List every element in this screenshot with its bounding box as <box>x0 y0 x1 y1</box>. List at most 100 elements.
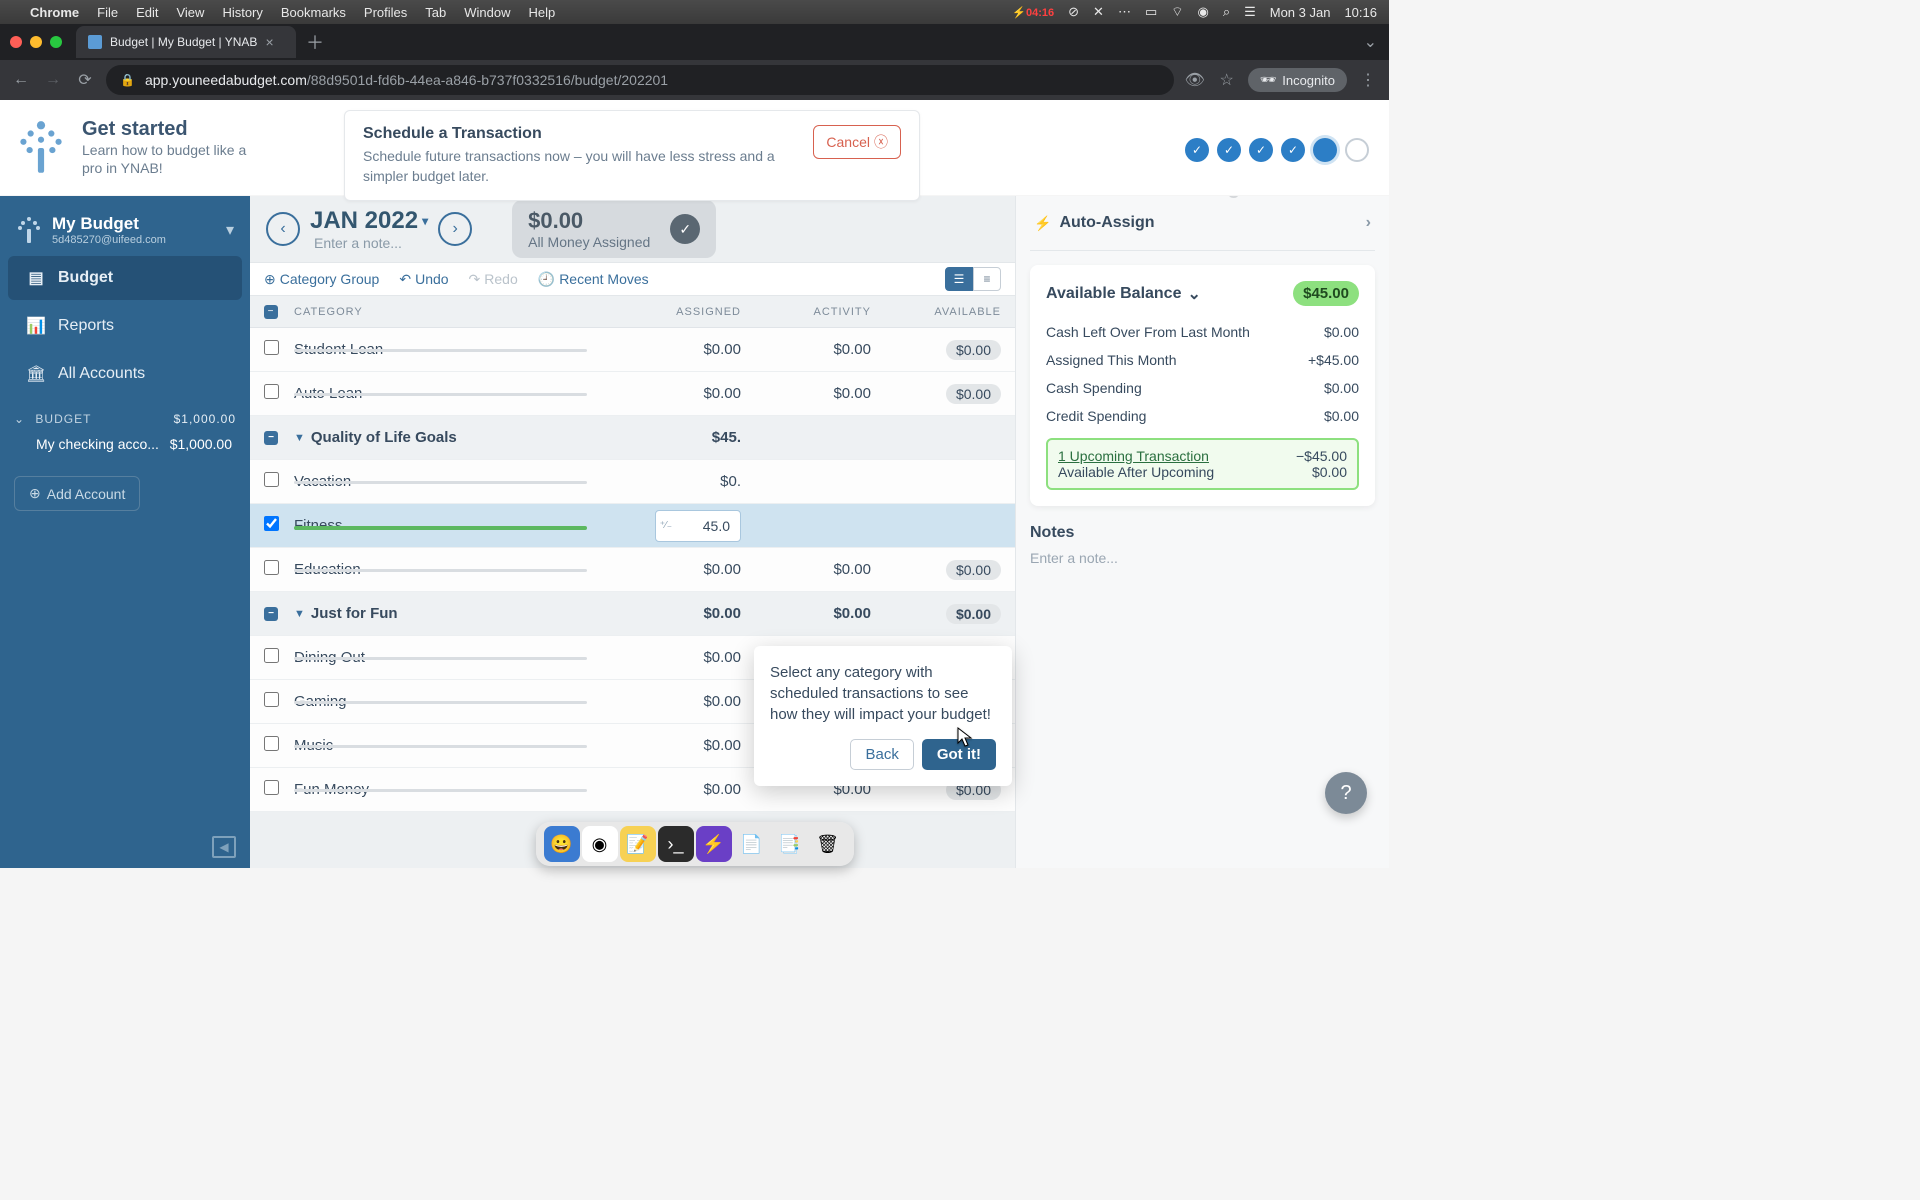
search-icon[interactable]: ⌕ <box>1223 4 1230 20</box>
view-default-button[interactable]: ☰ <box>945 267 973 291</box>
table-row[interactable]: Vacation$0. <box>250 460 1015 504</box>
menu-file[interactable]: File <box>97 5 118 20</box>
menubar-date[interactable]: Mon 3 Jan <box>1270 5 1331 20</box>
table-row[interactable]: Auto Loan$0.00$0.00$0.00 <box>250 372 1015 416</box>
auto-assign-row[interactable]: ⚡ Auto-Assign › <box>1030 196 1375 251</box>
recent-moves-button[interactable]: 🕘 Recent Moves <box>538 271 649 288</box>
sidebar-item-reports[interactable]: 📊 Reports <box>8 304 242 348</box>
row-checkbox[interactable] <box>264 692 279 707</box>
th-available[interactable]: AVAILABLE <box>871 306 1001 318</box>
upcoming-link[interactable]: 1 Upcoming Transaction <box>1058 448 1209 464</box>
available-pill[interactable]: $0.00 <box>946 340 1001 360</box>
row-checkbox[interactable] <box>264 560 279 575</box>
th-assigned[interactable]: ASSIGNED <box>611 306 741 318</box>
menu-help[interactable]: Help <box>529 5 556 20</box>
add-category-group-button[interactable]: ⊕ Category Group <box>264 271 379 288</box>
available-balance-toggle[interactable]: Available Balance ⌄ <box>1046 284 1201 304</box>
cell-assigned[interactable]: $45. <box>611 429 741 446</box>
month-selector[interactable]: JAN 2022 ▾ <box>310 207 428 235</box>
back-button[interactable]: Back <box>850 739 913 770</box>
incognito-badge[interactable]: 🕶 Incognito <box>1248 68 1347 92</box>
tab-close-icon[interactable]: × <box>265 34 273 50</box>
month-note-input[interactable]: Enter a note... <box>314 235 428 251</box>
sidebar-item-budget[interactable]: ▤ Budget <box>8 256 242 300</box>
available-pill[interactable]: $0.00 <box>946 604 1001 624</box>
cell-assigned[interactable]: $0.00 <box>611 693 741 710</box>
table-row[interactable]: Education$0.00$0.00$0.00 <box>250 548 1015 592</box>
table-row[interactable]: Fitness⁺⁄₋ <box>250 504 1015 548</box>
sidebar-item-accounts[interactable]: 🏛 All Accounts <box>8 352 242 396</box>
status-icon[interactable]: ✕ <box>1093 4 1104 20</box>
menu-window[interactable]: Window <box>464 5 510 20</box>
cell-assigned[interactable]: ⁺⁄₋ <box>611 510 741 542</box>
table-row[interactable]: −▼Just for Fun$0.00$0.00$0.00 <box>250 592 1015 636</box>
cell-assigned[interactable]: $0.00 <box>611 385 741 402</box>
row-checkbox[interactable] <box>264 384 279 399</box>
dock-terminal-icon[interactable]: ›_ <box>658 826 694 862</box>
star-icon[interactable]: ☆ <box>1216 70 1238 90</box>
window-zoom-icon[interactable] <box>50 36 62 48</box>
cell-assigned[interactable]: $0.00 <box>611 605 741 622</box>
status-icon[interactable]: ⊘ <box>1068 4 1079 20</box>
group-collapse-checkbox[interactable]: − <box>264 607 278 621</box>
row-checkbox[interactable] <box>264 472 279 487</box>
assigned-input[interactable] <box>676 513 736 539</box>
menu-profiles[interactable]: Profiles <box>364 5 407 20</box>
new-tab-button[interactable]: ＋ <box>306 29 324 55</box>
row-checkbox[interactable] <box>264 780 279 795</box>
th-activity[interactable]: ACTIVITY <box>741 306 871 318</box>
collapse-sidebar-button[interactable]: ◀ <box>212 836 236 858</box>
cell-assigned[interactable]: $0.00 <box>611 561 741 578</box>
cancel-button[interactable]: Cancel ⓧ <box>813 125 901 159</box>
url-input[interactable]: 🔒 app.youneedabudget.com/88d9501d-fd6b-4… <box>106 65 1174 95</box>
row-checkbox[interactable] <box>264 736 279 751</box>
group-collapse-checkbox[interactable]: − <box>264 431 278 445</box>
calculator-icon[interactable]: ⁺⁄₋ <box>660 520 672 531</box>
step-dot-current[interactable] <box>1313 138 1337 162</box>
available-pill[interactable]: $0.00 <box>946 560 1001 580</box>
row-checkbox[interactable] <box>264 648 279 663</box>
add-account-button[interactable]: ⊕ Add Account <box>14 476 140 511</box>
collapse-triangle-icon[interactable]: ▼ <box>294 608 305 620</box>
dock-notes-icon[interactable]: 📝 <box>620 826 656 862</box>
dock-trash-icon[interactable]: 🗑 <box>810 826 846 862</box>
tabs-overflow-icon[interactable]: ⌄ <box>1364 32 1377 52</box>
step-dot-done[interactable]: ✓ <box>1217 138 1241 162</box>
table-row[interactable]: Student Loan$0.00$0.00$0.00 <box>250 328 1015 372</box>
menu-tab[interactable]: Tab <box>425 5 446 20</box>
nav-reload-icon[interactable]: ⟳ <box>74 70 96 90</box>
battery-status-icon[interactable]: ▭ <box>1145 4 1157 20</box>
account-row[interactable]: My checking acco... $1,000.00 <box>14 426 236 462</box>
control-center-icon[interactable]: ◉ <box>1197 4 1208 20</box>
eye-off-icon[interactable]: 👁 <box>1184 70 1206 90</box>
cell-assigned[interactable]: $0.00 <box>611 649 741 666</box>
available-pill[interactable]: $0.00 <box>946 384 1001 404</box>
dock-app-icon[interactable]: 📄 <box>734 826 770 862</box>
row-checkbox[interactable] <box>264 340 279 355</box>
kebab-menu-icon[interactable]: ⋮ <box>1357 70 1379 90</box>
cell-assigned[interactable]: $0.00 <box>611 737 741 754</box>
menu-edit[interactable]: Edit <box>136 5 158 20</box>
menubar-app[interactable]: Chrome <box>30 5 79 20</box>
step-dot-done[interactable]: ✓ <box>1185 138 1209 162</box>
control-icon[interactable]: ☰ <box>1244 4 1256 20</box>
step-dot-done[interactable]: ✓ <box>1249 138 1273 162</box>
next-month-button[interactable]: › <box>438 212 472 246</box>
table-row[interactable]: −▼Quality of Life Goals$45. <box>250 416 1015 460</box>
window-close-icon[interactable] <box>10 36 22 48</box>
prev-month-button[interactable]: ‹ <box>266 212 300 246</box>
notes-input[interactable]: Enter a note... <box>1030 550 1375 566</box>
chevron-down-icon[interactable]: ⌄ <box>14 412 25 426</box>
view-compact-button[interactable]: ≡ <box>973 267 1001 291</box>
undo-button[interactable]: ↶ Undo <box>399 271 448 288</box>
dock-app-icon[interactable]: ⚡ <box>696 826 732 862</box>
step-dot-pending[interactable] <box>1345 138 1369 162</box>
row-checkbox[interactable] <box>264 516 279 531</box>
dock-chrome-icon[interactable]: ◉ <box>582 826 618 862</box>
got-it-button[interactable]: Got it! <box>922 739 996 770</box>
cell-assigned[interactable]: $0.00 <box>611 781 741 798</box>
window-minimize-icon[interactable] <box>30 36 42 48</box>
collapse-triangle-icon[interactable]: ▼ <box>294 432 305 444</box>
nav-back-icon[interactable]: ← <box>10 71 32 89</box>
step-dot-done[interactable]: ✓ <box>1281 138 1305 162</box>
